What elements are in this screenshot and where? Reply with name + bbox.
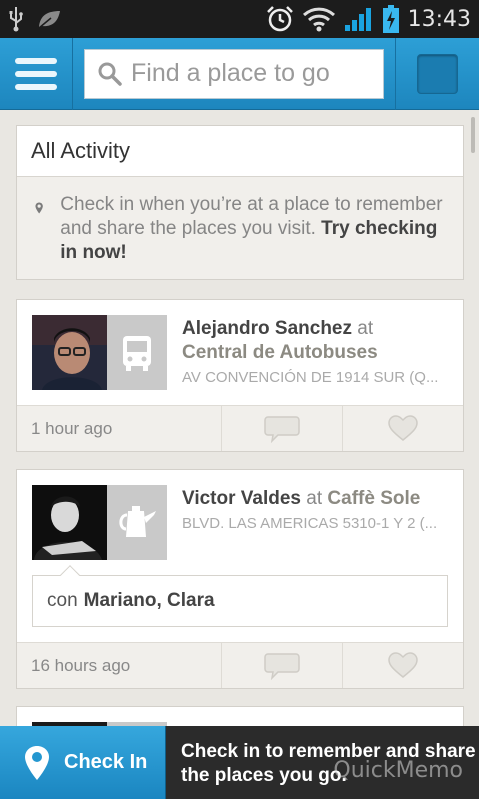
wifi-icon [302, 6, 336, 32]
location-pin-icon [35, 202, 43, 214]
venue-address: BLVD. LAS AMERICAS 5310-1 Y 2 (... [182, 515, 438, 532]
comment-button[interactable] [222, 406, 343, 451]
overflow-square-button[interactable] [417, 54, 458, 94]
checkin-card[interactable] [16, 706, 464, 726]
user-name[interactable]: Alejandro Sanchez [182, 318, 352, 339]
venue-name[interactable]: Central de Autobuses [182, 341, 452, 365]
toolbar-divider [395, 38, 396, 110]
at-label: at [357, 318, 374, 339]
user-avatar[interactable] [32, 315, 107, 390]
alarm-icon [266, 5, 294, 33]
activity-feed[interactable]: All Activity Check in when you’re at a p… [0, 111, 479, 726]
check-in-button[interactable]: Check In [0, 726, 166, 799]
checkin-prompt[interactable]: Check in when you’re at a place to remem… [17, 177, 463, 279]
scrollbar[interactable] [471, 117, 475, 153]
venue-category-icon [107, 315, 167, 390]
menu-button[interactable] [0, 37, 73, 110]
hamburger-icon [15, 57, 57, 90]
checkin-info: Victor Valdes at Caffè Sole BLVD. LAS AM… [182, 485, 452, 575]
usb-icon [8, 6, 24, 32]
with-friends-box: con Mariano, Clara [32, 565, 448, 627]
venue-name[interactable]: Caffè Sole [327, 488, 420, 509]
checkin-card[interactable]: Alejandro Sanchez at Central de Autobuse… [16, 299, 464, 452]
checkin-info: Alejandro Sanchez at Central de Autobuse… [182, 315, 452, 405]
search-box[interactable] [84, 48, 384, 99]
heart-icon [388, 415, 418, 441]
quickmemo-watermark: QuickMemo [333, 758, 463, 783]
comment-icon [264, 652, 300, 680]
all-activity-card: All Activity Check in when you’re at a p… [16, 125, 464, 280]
with-prefix: con [47, 590, 78, 611]
check-in-label: Check In [64, 751, 148, 773]
like-button[interactable] [343, 406, 463, 451]
check-in-hint: Check in to remember and share the place… [166, 726, 479, 799]
section-title: All Activity [17, 126, 463, 177]
checkin-time: 16 hours ago [17, 643, 223, 688]
search-icon [98, 62, 122, 86]
battery-charging-icon [382, 4, 400, 34]
comment-icon [264, 415, 300, 443]
signal-icon [344, 6, 374, 32]
with-names[interactable]: Mariano, Clara [84, 590, 215, 612]
venue-address: AV CONVENCIÓN DE 1914 SUR (Q... [182, 369, 439, 386]
clock: 13:43 [407, 6, 471, 32]
venue-category-icon [107, 485, 167, 560]
heart-icon [388, 652, 418, 678]
like-button[interactable] [343, 643, 463, 688]
at-label: at [306, 488, 323, 509]
bottom-bar: Check In Check in to remember and share … [0, 726, 479, 799]
user-name[interactable]: Victor Valdes [182, 488, 301, 509]
card-footer: 1 hour ago [17, 405, 463, 451]
leaf-icon [36, 8, 62, 30]
bus-icon [123, 335, 151, 371]
top-app-bar [0, 37, 479, 110]
location-pin-icon [25, 745, 49, 780]
status-bar: 13:43 [0, 0, 479, 38]
checkin-prompt-text: Check in when you’re at a place to remem… [60, 193, 445, 265]
checkin-time: 1 hour ago [17, 406, 223, 451]
card-footer: 16 hours ago [17, 642, 463, 688]
user-avatar[interactable] [32, 485, 107, 560]
search-input[interactable] [131, 59, 371, 88]
comment-button[interactable] [222, 643, 343, 688]
checkin-card[interactable]: Victor Valdes at Caffè Sole BLVD. LAS AM… [16, 469, 464, 689]
coffee-pot-icon [119, 505, 156, 537]
